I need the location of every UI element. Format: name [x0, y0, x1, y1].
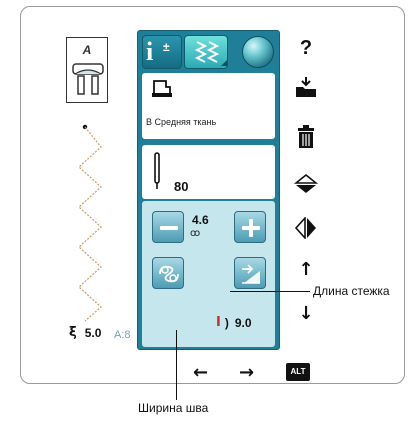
mirror-vertical-icon[interactable] [293, 173, 319, 199]
mirror-horizontal-icon[interactable] [293, 215, 319, 243]
settings-panel: i ± В Средняя ткань 80 4.6 ꝏ Ӏ) 9.0 [137, 30, 280, 350]
stitch-width-icon: ξ [69, 325, 77, 340]
stitch-preview-zigzag [78, 124, 102, 322]
width-callout-line [176, 330, 177, 400]
fabric-label: В Средняя ткань [146, 117, 217, 127]
tab-info[interactable]: i ± [142, 35, 182, 69]
needle-icon [154, 152, 160, 189]
stitch-options-button[interactable] [152, 257, 184, 289]
plus-minus-icon: ± [163, 40, 170, 54]
stitch-width-value: 5.0 [84, 325, 102, 340]
tab-stitch-settings[interactable] [184, 35, 228, 69]
sewing-machine-screen: A A:8 i ± В Средняя ткань 80 4.6 ꝏ Ӏ) 9… [20, 6, 405, 384]
prev-arrow-icon[interactable]: ← [193, 362, 208, 383]
fabric-selection[interactable]: В Средняя ткань [142, 73, 275, 139]
status-orb-icon[interactable] [242, 36, 274, 68]
help-icon[interactable]: ? [293, 37, 319, 63]
fabric-icon [152, 80, 172, 97]
presser-foot-letter: A [82, 43, 92, 57]
stitch-width-row[interactable]: ξ 5.0 [69, 325, 149, 340]
up-arrow-icon[interactable]: ↑ [293, 259, 319, 285]
stitch-settings-icon [194, 41, 227, 66]
length-paren: ) [224, 315, 229, 330]
alt-button[interactable]: ALT [286, 363, 310, 381]
stitch-controls: 4.6 ꝏ Ӏ) 9.0 [142, 201, 275, 347]
pattern-options-icon [159, 265, 179, 283]
stitch-length-icon: Ӏ [216, 315, 221, 330]
decrease-density-button[interactable] [152, 211, 184, 243]
info-icon: i [146, 37, 154, 66]
stitch-density-value: 4.6 [192, 213, 209, 227]
next-arrow-icon[interactable]: → [239, 362, 254, 383]
needle-size: 80 [174, 179, 189, 194]
stitch-length-row[interactable]: Ӏ ) 9.0 [216, 315, 252, 330]
delete-icon[interactable] [293, 125, 319, 151]
length-callout-label: Длина стежка [313, 284, 390, 298]
minus-icon [160, 226, 178, 230]
presser-foot-indicator: A [66, 37, 108, 103]
load-folder-icon[interactable] [293, 75, 319, 101]
stitch-length-value: 9.0 [234, 315, 252, 330]
increase-density-button[interactable] [234, 211, 266, 243]
density-icon: ꝏ [190, 228, 200, 239]
width-callout-label: Ширина шва [138, 401, 209, 415]
needle-selection[interactable]: 80 [142, 145, 275, 199]
down-arrow-icon[interactable]: ↓ [293, 303, 319, 329]
length-callout-line [230, 291, 310, 292]
balance-button[interactable] [234, 257, 266, 289]
balance-icon [242, 264, 260, 284]
presser-foot-icon [72, 63, 104, 95]
